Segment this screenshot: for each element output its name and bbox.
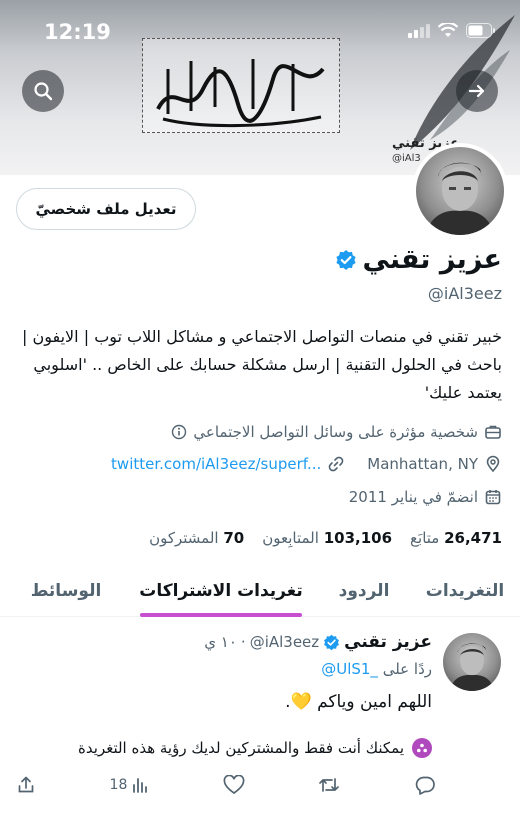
tweet-author-name[interactable]: عزيز تقني <box>344 632 432 652</box>
reply-button[interactable] <box>414 775 436 795</box>
views-button[interactable]: 18 <box>110 776 150 794</box>
subscribers-stat[interactable]: 70 المشتركون <box>149 529 244 547</box>
verified-badge-icon <box>324 634 340 650</box>
edit-profile-button[interactable]: تعديل ملف شخصيّ <box>16 188 196 230</box>
heart-icon <box>223 775 245 795</box>
tweet-timestamp: ١٠ ي <box>204 633 237 651</box>
views-count: 18 <box>109 777 128 793</box>
location-pin-icon <box>486 455 500 473</box>
profile-tabs: التغريدات الردود تغريدات الاشتراكات الوس… <box>0 565 520 617</box>
avatar-face-icon <box>426 162 494 235</box>
like-button[interactable] <box>223 775 245 795</box>
share-button[interactable] <box>16 775 36 795</box>
avatar-face-icon <box>449 643 495 691</box>
banner-watermark-handle: @iAl3 <box>392 153 421 164</box>
tab-media[interactable]: الوسائط <box>8 565 124 616</box>
followers-stat[interactable]: 103,106 المتابِعون <box>262 529 392 547</box>
link-icon <box>328 456 344 472</box>
calligraphy-artwork <box>142 38 340 133</box>
retweet-button[interactable] <box>318 775 340 795</box>
reply-to-handle[interactable]: @UlS1_ <box>321 660 378 678</box>
profile-category: شخصية مؤثرة على وسائل التواصل الاجتماعي <box>193 423 478 441</box>
calendar-icon <box>485 490 501 505</box>
retweet-icon <box>319 778 340 792</box>
profile-location-row: Manhattan, NY twitter.com/iAl3eez/superf… <box>111 455 502 473</box>
share-icon <box>18 776 34 793</box>
tab-tweets[interactable]: التغريدات <box>410 565 520 616</box>
following-stat[interactable]: 26,471 متابَع <box>410 529 502 547</box>
profile-joined-row: انضمّ في يناير 2011 <box>349 488 502 506</box>
followers-count: 103,106 <box>323 529 393 547</box>
subscribers-icon <box>412 738 432 758</box>
views-chart-icon <box>133 778 148 793</box>
reply-prefix: ردًا على <box>382 660 432 678</box>
tweet-reply-context: ردًا على @UlS1_ <box>321 660 432 678</box>
profile-bio: خبير تقني في منصات التواصل الاجتماعي و م… <box>22 327 502 402</box>
profile-location: Manhattan, NY <box>367 455 478 473</box>
profile-name: عزيز تقني <box>362 244 502 275</box>
arrow-right-icon <box>468 84 485 98</box>
tweet-author-handle: @iAl3eez <box>249 633 320 651</box>
status-time: 12:19 <box>44 20 111 44</box>
tweet-separator: · <box>240 633 246 651</box>
following-count: 26,471 <box>444 529 502 547</box>
status-icons <box>408 23 496 38</box>
profile-avatar[interactable] <box>412 143 508 239</box>
back-button[interactable] <box>456 70 498 112</box>
info-icon[interactable] <box>171 424 187 440</box>
search-icon <box>34 82 53 101</box>
verified-badge-icon[interactable] <box>335 249 357 271</box>
calligraphy-icon <box>156 59 325 128</box>
subscribers-label: المشتركون <box>149 529 219 547</box>
search-button[interactable] <box>22 70 64 112</box>
tweet-text: اللهم امين وياكم 💛. <box>285 692 432 712</box>
reply-bubble-icon <box>415 776 435 795</box>
profile-website-link[interactable]: twitter.com/iAl3eez/superf... <box>111 455 321 473</box>
subscribers-count: 70 <box>223 529 245 547</box>
subscriber-only-notice: يمكنك أنت فقط والمشتركين لديك رؤية هذه ا… <box>78 738 432 758</box>
profile-joined-date: انضمّ في يناير 2011 <box>348 488 478 506</box>
briefcase-icon <box>485 425 501 439</box>
battery-icon <box>466 23 495 38</box>
signal-icon <box>408 23 430 38</box>
tab-replies[interactable]: الردود <box>318 565 410 616</box>
following-label: متابَع <box>410 529 440 547</box>
profile-display-name: عزيز تقني <box>335 244 502 275</box>
profile-category-row: شخصية مؤثرة على وسائل التواصل الاجتماعي <box>171 423 502 441</box>
tweet-actions: 18 <box>16 775 436 795</box>
tweet-avatar[interactable] <box>443 633 501 691</box>
profile-handle: @iAl3eez <box>427 284 502 303</box>
profile-stats: 26,471 متابَع 103,106 المتابِعون 70 المش… <box>149 529 502 547</box>
wifi-icon <box>438 23 458 37</box>
subscriber-note-text: يمكنك أنت فقط والمشتركين لديك رؤية هذه ا… <box>78 739 404 757</box>
tweet-header: عزيز تقني @iAl3eez · ١٠ ي <box>204 632 432 652</box>
followers-label: المتابِعون <box>262 529 319 547</box>
tab-subscription-tweets[interactable]: تغريدات الاشتراكات <box>124 565 318 617</box>
